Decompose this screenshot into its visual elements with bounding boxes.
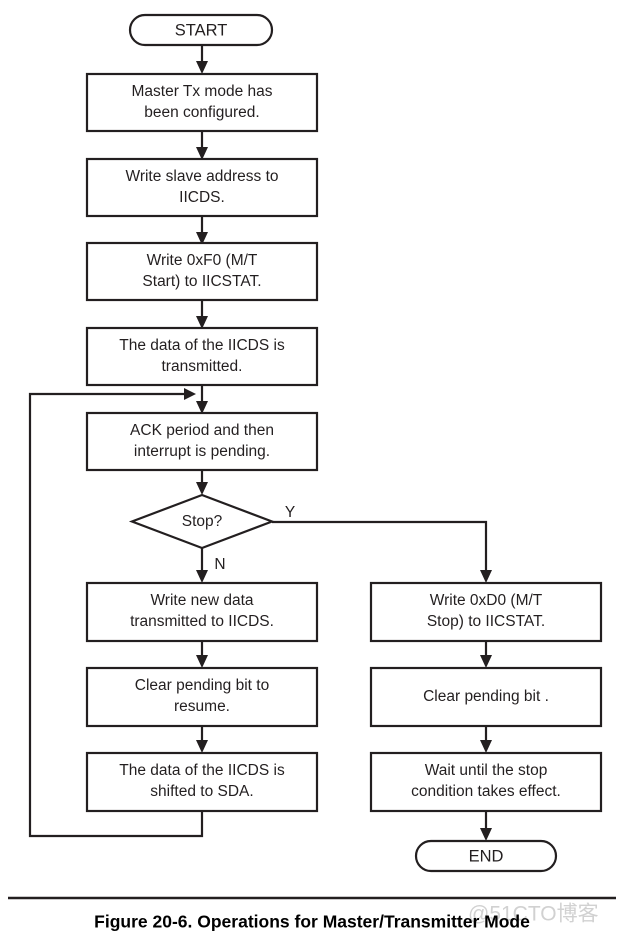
edge-decision-no-to-n1	[196, 548, 208, 583]
node-start[interactable]: START	[128, 13, 274, 47]
node-l4-line1: The data of the IICDS is	[119, 337, 285, 354]
node-l4-line2: transmitted.	[162, 358, 243, 375]
branch-label-no: N	[214, 556, 225, 573]
node-write-f0-start[interactable]: Write 0xF0 (M/T Start) to IICSTAT.	[85, 241, 319, 302]
node-n3-line2: shifted to SDA.	[150, 783, 253, 800]
edge-decision-yes-to-y1	[272, 520, 492, 583]
node-l5-line1: ACK period and then	[130, 422, 274, 439]
figure-caption: Figure 20-6. Operations for Master/Trans…	[94, 912, 530, 932]
node-l3-line2: Start) to IICSTAT.	[142, 273, 261, 290]
node-y3-line1: Wait until the stop	[425, 762, 548, 779]
node-decision-label: Stop?	[182, 513, 223, 530]
node-end[interactable]: END	[414, 839, 558, 873]
node-master-tx-configured[interactable]: Master Tx mode has been configured.	[85, 72, 319, 133]
flowchart-diagram: START Master Tx mode has been configured…	[8, 13, 616, 932]
node-y1-line2: Stop) to IICSTAT.	[427, 613, 545, 630]
branch-label-yes: Y	[285, 504, 295, 521]
node-clear-pending-resume[interactable]: Clear pending bit to resume.	[85, 666, 319, 728]
edge-y1-to-y2	[480, 641, 492, 668]
node-n1-line1: Write new data	[150, 592, 253, 609]
node-wait-stop-condition[interactable]: Wait until the stop condition takes effe…	[369, 751, 603, 813]
node-l5-line2: interrupt is pending.	[134, 443, 270, 460]
node-write-slave-address[interactable]: Write slave address to IICDS.	[85, 157, 319, 218]
node-l2-line1: Write slave address to	[125, 168, 278, 185]
edge-start-to-l1	[196, 45, 208, 74]
figure-container: START Master Tx mode has been configured…	[0, 0, 624, 938]
node-write-d0-stop[interactable]: Write 0xD0 (M/T Stop) to IICSTAT.	[369, 581, 603, 643]
node-end-label: END	[469, 847, 504, 865]
edge-l4-to-l5	[196, 385, 208, 414]
node-y1-line1: Write 0xD0 (M/T	[430, 592, 543, 609]
edge-l5-to-decision	[196, 470, 208, 495]
edge-n1-to-n2	[196, 641, 208, 668]
node-y3-line2: condition takes effect.	[411, 783, 561, 800]
node-n2-line1: Clear pending bit to	[135, 677, 269, 694]
edge-l1-to-l2	[196, 131, 208, 160]
node-y2-line1: Clear pending bit .	[423, 688, 549, 705]
edge-y3-to-end	[480, 811, 492, 841]
edge-n2-to-n3	[196, 726, 208, 753]
node-write-new-data[interactable]: Write new data transmitted to IICDS.	[85, 581, 319, 643]
edge-l3-to-l4	[196, 300, 208, 329]
edge-l2-to-l3	[196, 216, 208, 245]
node-n1-line2: transmitted to IICDS.	[130, 613, 274, 630]
node-l1-line1: Master Tx mode has	[132, 83, 273, 100]
node-n2-line2: resume.	[174, 698, 230, 715]
node-l1-line2: been configured.	[144, 104, 259, 121]
node-iicds-shifted-sda[interactable]: The data of the IICDS is shifted to SDA.	[85, 751, 319, 813]
edge-y2-to-y3	[480, 726, 492, 753]
node-iicds-transmitted[interactable]: The data of the IICDS is transmitted.	[85, 326, 319, 387]
node-start-label: START	[175, 21, 228, 39]
node-l3-line1: Write 0xF0 (M/T	[147, 252, 258, 269]
node-ack-period-interrupt[interactable]: ACK period and then interrupt is pending…	[85, 411, 319, 472]
node-l2-line2: IICDS.	[179, 189, 225, 206]
node-decision-stop[interactable]: Stop?	[128, 493, 276, 550]
node-n3-line1: The data of the IICDS is	[119, 762, 285, 779]
node-clear-pending-bit[interactable]: Clear pending bit .	[369, 666, 603, 728]
